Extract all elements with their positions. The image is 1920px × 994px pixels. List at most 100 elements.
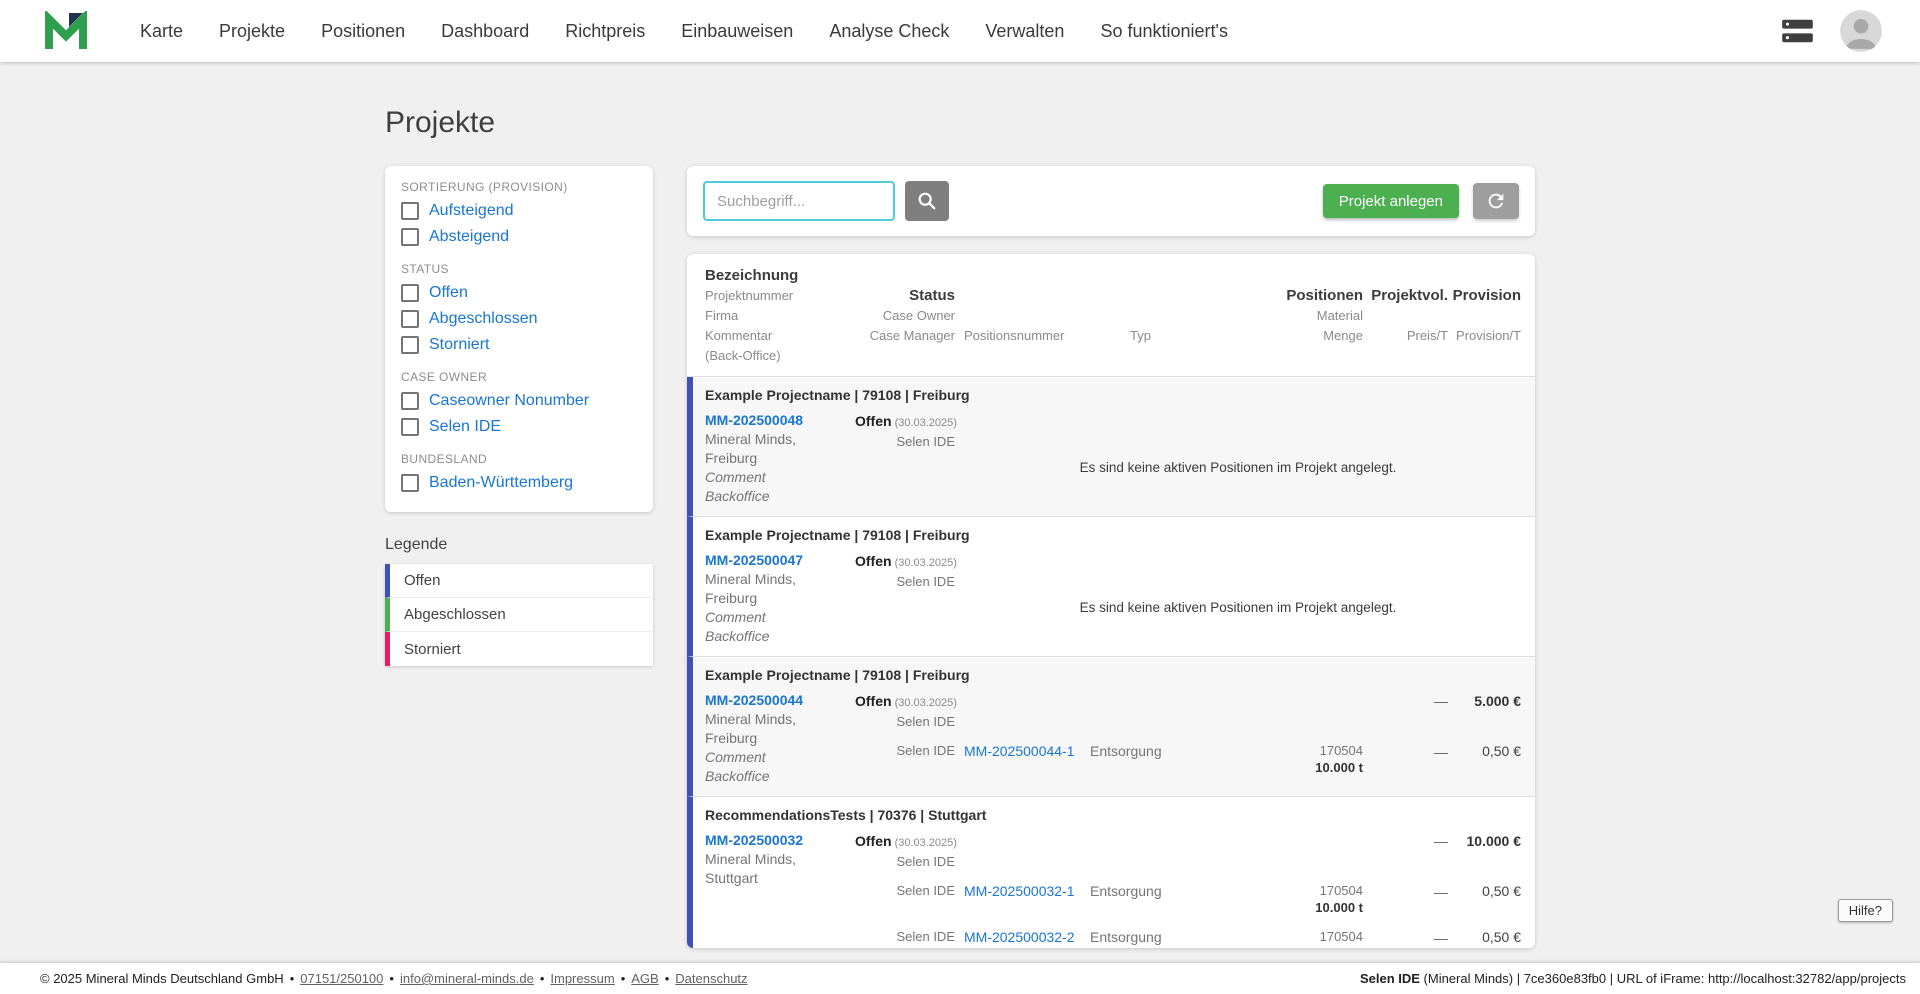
filter-section-case-owner: CASE OWNER Caseowner Nonumber Selen IDE bbox=[401, 370, 637, 440]
filter-option-selen-ide[interactable]: Selen IDE bbox=[401, 414, 637, 440]
nav-item-richtpreis[interactable]: Richtpreis bbox=[565, 21, 645, 42]
position-typ: Entsorgung bbox=[1090, 883, 1162, 899]
create-project-button[interactable]: Projekt anlegen bbox=[1322, 184, 1459, 218]
legend-item-storniert: Storniert bbox=[385, 632, 653, 666]
filter-option-offen[interactable]: Offen bbox=[401, 280, 637, 306]
backoffice-label: Backoffice bbox=[705, 768, 770, 784]
project-number-link[interactable]: MM-202500032 bbox=[705, 831, 855, 850]
filter-option-baden-wuerttemberg[interactable]: Baden-Württemberg bbox=[401, 470, 637, 496]
filter-option-aufsteigend[interactable]: Aufsteigend bbox=[401, 198, 637, 224]
filter-option-absteigend[interactable]: Absteigend bbox=[401, 224, 637, 250]
legend-item-abgeschlossen: Abgeschlossen bbox=[385, 598, 653, 632]
checkbox-icon[interactable] bbox=[401, 284, 419, 302]
filter-option-abgeschlossen[interactable]: Abgeschlossen bbox=[401, 306, 637, 332]
position-number-link[interactable]: MM-202500032-1 bbox=[964, 882, 1075, 900]
nav-item-so-funktionierts[interactable]: So funktioniert's bbox=[1100, 21, 1228, 42]
project-info: MM-202500048 Mineral Minds, Freiburg Com… bbox=[705, 411, 855, 506]
help-button[interactable]: Hilfe? bbox=[1837, 899, 1893, 922]
legend: Offen Abgeschlossen Storniert bbox=[385, 564, 653, 666]
nav-item-positionen[interactable]: Positionen bbox=[321, 21, 405, 42]
datenschutz-link[interactable]: Datenschutz bbox=[675, 971, 747, 986]
nav-item-verwalten[interactable]: Verwalten bbox=[985, 21, 1064, 42]
email-link[interactable]: info@mineral-minds.de bbox=[400, 971, 534, 986]
checkbox-icon[interactable] bbox=[401, 336, 419, 354]
menge-value: 10.000 t bbox=[1315, 760, 1363, 775]
header-bezeichnung: Bezeichnung Projektnummer Firma Kommenta… bbox=[705, 267, 799, 363]
session-info: Selen IDE (Mineral Minds) | 7ce360e83fb0… bbox=[1360, 971, 1906, 986]
top-navbar: Karte Projekte Positionen Dashboard Rich… bbox=[0, 0, 1920, 62]
checkbox-icon[interactable] bbox=[401, 202, 419, 220]
company-city: Freiburg bbox=[705, 590, 758, 606]
filter-option-label[interactable]: Offen bbox=[429, 284, 468, 302]
position-typ: Entsorgung bbox=[1090, 929, 1162, 945]
impressum-link[interactable]: Impressum bbox=[550, 971, 614, 986]
nav-item-karte[interactable]: Karte bbox=[140, 21, 183, 42]
position-row: Selen IDE MM-202500032-1 Entsorgung 1705… bbox=[855, 882, 1521, 916]
project-title: Example Projectname | 79108 | Freiburg bbox=[705, 527, 970, 543]
company-name: Mineral Minds, bbox=[705, 711, 797, 727]
nav-item-dashboard[interactable]: Dashboard bbox=[441, 21, 529, 42]
project-title: Example Projectname | 79108 | Freiburg bbox=[705, 387, 970, 403]
filter-option-label[interactable]: Baden-Württemberg bbox=[429, 474, 573, 492]
filter-option-label[interactable]: Caseowner Nonumber bbox=[429, 392, 589, 410]
position-row: Selen IDE MM-202500032-2 Entsorgung 1705… bbox=[855, 928, 1521, 948]
menge-value: 10.000 t bbox=[1235, 945, 1363, 948]
status-cell: Offen (30.03.2025) bbox=[855, 411, 957, 433]
nav-item-analyse-check[interactable]: Analyse Check bbox=[829, 21, 949, 42]
filter-section-label: SORTIERUNG (PROVISION) bbox=[401, 180, 568, 194]
nav-item-einbauweisen[interactable]: Einbauweisen bbox=[681, 21, 793, 42]
position-case-owner: Selen IDE bbox=[896, 883, 955, 898]
position-quantity: 170504 10.000 t bbox=[1235, 928, 1363, 948]
filter-option-storniert[interactable]: Storniert bbox=[401, 332, 637, 358]
filter-option-label[interactable]: Absteigend bbox=[429, 228, 509, 246]
filter-option-label[interactable]: Storniert bbox=[429, 336, 489, 354]
checkbox-icon[interactable] bbox=[401, 310, 419, 328]
filter-option-caseowner-nonumber[interactable]: Caseowner Nonumber bbox=[401, 388, 637, 414]
company-name: Mineral Minds, bbox=[705, 431, 797, 447]
status-label: Offen bbox=[855, 693, 892, 709]
search-icon bbox=[918, 192, 936, 210]
main-navigation: Karte Projekte Positionen Dashboard Rich… bbox=[140, 21, 1228, 42]
checkbox-icon[interactable] bbox=[401, 418, 419, 436]
header-provision: Provision Provision/T bbox=[1452, 287, 1521, 343]
position-provision: 0,50 € bbox=[1482, 743, 1521, 759]
terminal-icon[interactable] bbox=[1781, 18, 1814, 44]
legend-title: Legende bbox=[385, 536, 448, 553]
position-number-link[interactable]: MM-202500032-2 bbox=[964, 928, 1075, 946]
status-date: (30.03.2025) bbox=[894, 837, 957, 849]
session-details: (Mineral Minds) | 7ce360e83fb0 | URL of … bbox=[1419, 971, 1906, 986]
checkbox-icon[interactable] bbox=[401, 228, 419, 246]
filter-option-label[interactable]: Abgeschlossen bbox=[429, 310, 538, 328]
projektvol-value: — bbox=[1434, 693, 1448, 709]
search-button[interactable] bbox=[905, 181, 949, 221]
phone-link[interactable]: 07151/250100 bbox=[300, 971, 383, 986]
refresh-button[interactable] bbox=[1473, 183, 1519, 219]
comment-label: Comment bbox=[705, 609, 766, 625]
nav-item-projekte[interactable]: Projekte bbox=[219, 21, 285, 42]
project-number-link[interactable]: MM-202500047 bbox=[705, 551, 855, 570]
status-label: Offen bbox=[855, 553, 892, 569]
mineral-minds-logo[interactable] bbox=[44, 11, 88, 51]
project-number-link[interactable]: MM-202500048 bbox=[705, 411, 855, 430]
material-code: 170504 bbox=[1319, 883, 1363, 898]
card-machine-icon bbox=[1782, 19, 1813, 43]
position-case-owner: Selen IDE bbox=[896, 929, 955, 944]
preis-value: — bbox=[1434, 884, 1448, 900]
search-input[interactable] bbox=[703, 181, 895, 221]
status-date: (30.03.2025) bbox=[894, 557, 957, 569]
legend-label: Abgeschlossen bbox=[404, 606, 506, 623]
checkbox-icon[interactable] bbox=[401, 392, 419, 410]
logo-m-icon bbox=[45, 11, 87, 49]
filter-option-label[interactable]: Aufsteigend bbox=[429, 202, 514, 220]
project-number-link[interactable]: MM-202500044 bbox=[705, 691, 855, 710]
header-projektvol: Projektvol. Preis/T bbox=[1371, 287, 1448, 343]
checkbox-icon[interactable] bbox=[401, 474, 419, 492]
position-number-link[interactable]: MM-202500044-1 bbox=[964, 742, 1075, 760]
position-case-owner: Selen IDE bbox=[896, 743, 955, 758]
company-name: Mineral Minds, bbox=[705, 571, 797, 587]
filter-option-label[interactable]: Selen IDE bbox=[429, 418, 501, 436]
avatar[interactable] bbox=[1840, 10, 1882, 52]
preis-value: — bbox=[1434, 930, 1448, 946]
agb-link[interactable]: AGB bbox=[631, 971, 658, 986]
navbar-right bbox=[1781, 10, 1882, 52]
